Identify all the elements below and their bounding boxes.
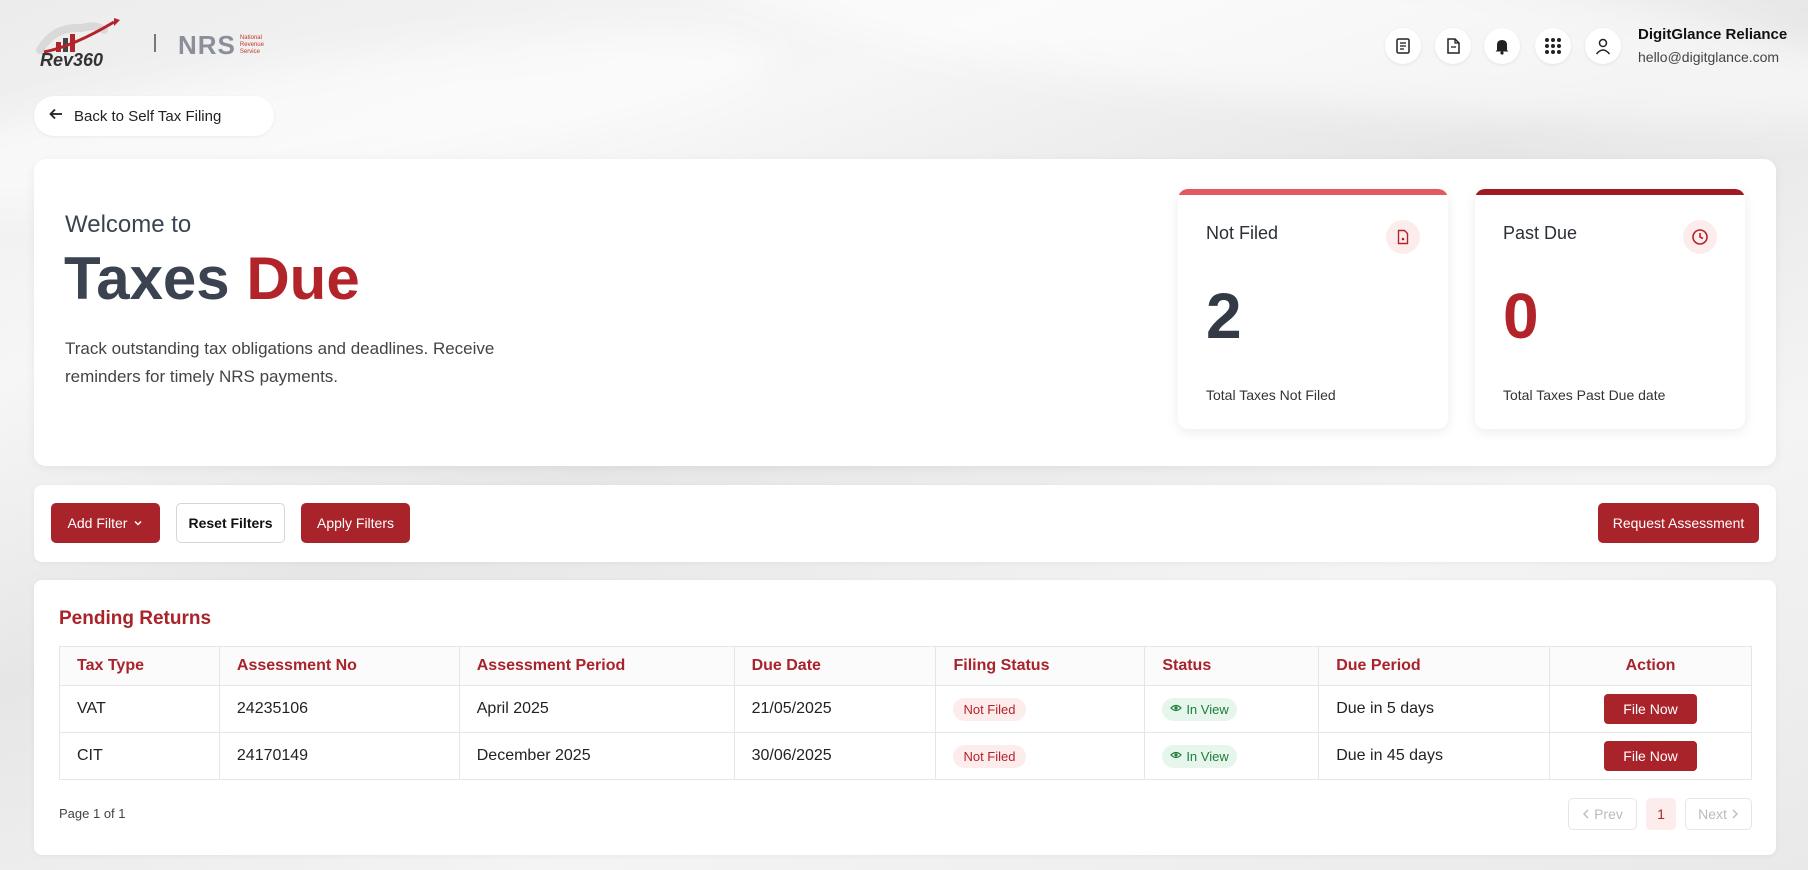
action-cell: File Now [1549, 732, 1752, 780]
next-page-button[interactable]: Next [1685, 798, 1752, 830]
chevron-left-icon [1582, 806, 1590, 822]
clock-icon [1683, 220, 1717, 254]
status-cell: In View [1144, 685, 1320, 733]
table-row: VAT 24235106 April 2025 21/05/2025 Not F… [59, 685, 1752, 733]
pending-returns-title: Pending Returns [59, 608, 212, 629]
eye-icon [1170, 749, 1183, 764]
assessment-period-cell: December 2025 [458, 732, 735, 780]
file-now-button[interactable]: File Now [1604, 694, 1698, 724]
tax-type-cell: CIT [59, 732, 220, 780]
chevron-right-icon [1731, 806, 1739, 822]
due-period-cell: Due in 45 days [1318, 732, 1551, 780]
nrs-logo: NRS National Revenue Service [178, 30, 264, 61]
nrs-logo-subtitle: National Revenue Service [239, 35, 264, 55]
column-header[interactable]: Due Period [1318, 646, 1551, 686]
apply-filters-button[interactable]: Apply Filters [301, 503, 410, 543]
welcome-text: Welcome to [65, 211, 192, 238]
tax-type-cell: VAT [59, 685, 220, 733]
request-assessment-button[interactable]: Request Assessment [1598, 503, 1759, 543]
due-date-cell: 21/05/2025 [733, 685, 937, 733]
back-button-label: Back to Self Tax Filing [74, 107, 222, 125]
stat-label: Total Taxes Past Due date [1503, 387, 1666, 403]
assessment-period-cell: April 2025 [458, 685, 735, 733]
page-number-button[interactable]: 1 [1646, 798, 1676, 830]
reset-filters-button[interactable]: Reset Filters [176, 503, 285, 543]
file-icon [1386, 220, 1420, 254]
chevron-down-icon [133, 515, 143, 531]
pending-returns-table: Tax Type Assessment No Assessment Period… [59, 646, 1752, 780]
user-email: hello@digitglance.com [1638, 49, 1780, 65]
arrow-left-icon [48, 106, 64, 126]
in-view-badge: In View [1162, 744, 1237, 768]
column-header[interactable]: Assessment No [218, 646, 460, 686]
bell-icon[interactable] [1484, 28, 1520, 64]
svg-text:Rev360: Rev360 [40, 50, 103, 70]
logo-divider [154, 34, 156, 52]
file-icon[interactable] [1435, 28, 1471, 64]
status-cell: In View [1144, 732, 1320, 780]
nrs-logo-text: NRS [178, 30, 236, 60]
stat-card-accent-bar [1475, 189, 1745, 195]
column-header: Action [1549, 646, 1752, 686]
in-view-badge: In View [1162, 697, 1237, 721]
page-title: Taxes Due [64, 245, 360, 312]
hero-card: Welcome to Taxes Due Track outstanding t… [34, 159, 1776, 466]
due-date-cell: 30/06/2025 [733, 732, 937, 780]
table-row: CIT 24170149 December 2025 30/06/2025 No… [59, 732, 1752, 780]
not-filed-badge: Not Filed [953, 697, 1026, 721]
file-now-button[interactable]: File Now [1604, 741, 1698, 771]
stat-card-accent-bar [1178, 189, 1448, 195]
filter-bar: Add Filter Reset Filters Apply Filters R… [34, 485, 1776, 562]
column-header[interactable]: Due Date [733, 646, 937, 686]
user-name[interactable]: DigitGlance Reliance [1638, 26, 1787, 43]
top-header: Rev360 NRS National Revenue Service Digi… [0, 0, 1808, 90]
not-filed-stat-card[interactable]: Not Filed 2 Total Taxes Not Filed [1178, 189, 1448, 429]
action-cell: File Now [1549, 685, 1752, 733]
filing-status-cell: Not Filed [935, 732, 1146, 780]
eye-icon [1170, 702, 1183, 717]
page-description: Track outstanding tax obligations and de… [65, 339, 495, 386]
assessment-no-cell: 24170149 [218, 732, 460, 780]
table-header-row: Tax Type Assessment No Assessment Period… [59, 646, 1752, 686]
stat-value: 2 [1206, 280, 1242, 352]
due-period-cell: Due in 5 days [1318, 685, 1551, 733]
column-header[interactable]: Assessment Period [458, 646, 735, 686]
filing-status-cell: Not Filed [935, 685, 1146, 733]
page-info: Page 1 of 1 [59, 806, 126, 821]
column-header[interactable]: Tax Type [59, 646, 220, 686]
pending-returns-card: Pending Returns Tax Type Assessment No A… [34, 580, 1776, 855]
column-header[interactable]: Status [1144, 646, 1320, 686]
stat-value: 0 [1503, 280, 1539, 352]
user-icon[interactable] [1585, 28, 1621, 64]
add-filter-button[interactable]: Add Filter [51, 503, 160, 543]
stat-label: Total Taxes Not Filed [1206, 387, 1336, 403]
assessment-no-cell: 24235106 [218, 685, 460, 733]
document-list-icon[interactable] [1385, 28, 1421, 64]
stat-title: Past Due [1503, 223, 1578, 243]
not-filed-badge: Not Filed [953, 744, 1026, 768]
back-to-self-tax-filing-button[interactable]: Back to Self Tax Filing [34, 96, 274, 136]
prev-page-button[interactable]: Prev [1568, 798, 1637, 830]
column-header[interactable]: Filing Status [935, 646, 1146, 686]
past-due-stat-card[interactable]: Past Due 0 Total Taxes Past Due date [1475, 189, 1745, 429]
apps-grid-icon[interactable] [1535, 28, 1571, 64]
rev360-logo[interactable]: Rev360 [34, 16, 134, 70]
stat-title: Not Filed [1206, 223, 1279, 243]
